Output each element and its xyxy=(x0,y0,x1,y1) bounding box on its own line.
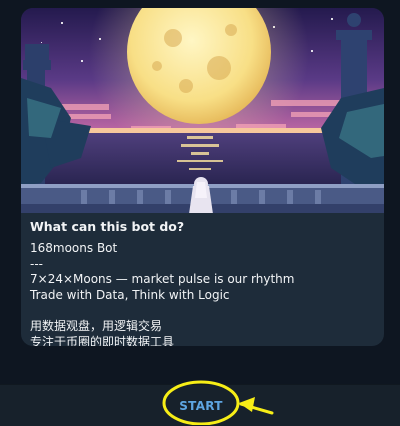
chinese-description-line: 专注于币圈的即时数据工具 xyxy=(30,334,175,346)
bottom-bar: START xyxy=(0,384,400,426)
tagline-line: 7×24×Moons — market pulse is our rhythm xyxy=(30,272,295,287)
bot-description-card: What can this bot do? 168moons Bot --- 7… xyxy=(21,8,384,346)
motto-line: Trade with Data, Think with Logic xyxy=(30,287,230,302)
card-title: What can this bot do? xyxy=(30,219,185,234)
banner-image xyxy=(21,8,384,213)
start-button[interactable]: START xyxy=(170,399,232,415)
card-body: 168moons Bot --- 7×24×Moons — market pul… xyxy=(30,241,375,346)
chinese-motto-line: 用数据观盘，用逻辑交易 xyxy=(30,318,163,333)
separator-line: --- xyxy=(30,256,43,271)
bot-description: What can this bot do? 168moons Bot --- 7… xyxy=(30,219,375,346)
bot-name-line: 168moons Bot xyxy=(30,241,118,255)
